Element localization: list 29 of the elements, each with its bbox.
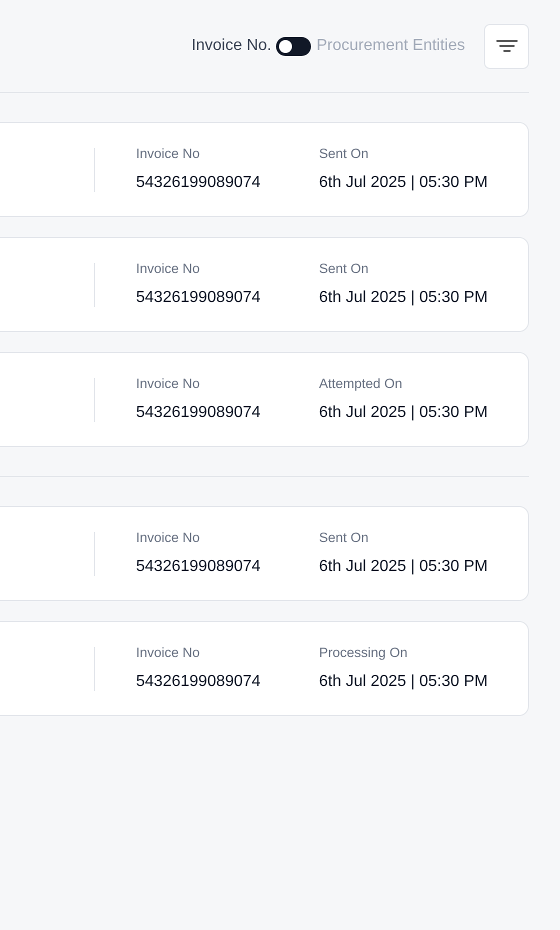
field-label: Sent On — [319, 529, 370, 548]
field-label: Attempted On — [319, 375, 404, 394]
invoice-number: 54326199089074 — [136, 672, 262, 692]
invoice-number: 54326199089074 — [136, 172, 262, 193]
date-time: 6th Jul 2025 | 05:30 PM — [319, 172, 488, 193]
invoice-number: 54326199089074 — [136, 288, 262, 308]
field-label: Sent On — [319, 145, 370, 164]
field-label: Sent On — [319, 260, 370, 278]
invoice-card[interactable]: Invoice No 54326199089074 Processing On 6th Jul 2025 | 05:30 PM — [0, 621, 529, 716]
field-label: Invoice No — [136, 260, 201, 278]
invoice-card[interactable]: Invoice No 54326199089074 Sent On 6th Jul 2025 | 05:30 PM — [0, 122, 529, 217]
invoice-card[interactable]: Invoice No 54326199089074 Sent On 6th Jul 2025 | 05:30 PM — [0, 506, 529, 601]
date-time: 6th Jul 2025 | 05:30 PM — [319, 556, 488, 577]
date-time: 6th Jul 2025 | 05:30 PM — [319, 672, 488, 692]
invoice-card[interactable]: Invoice No 54326199089074 Attempted On 6th Jul 2025 | 05:30 PM — [0, 352, 529, 447]
field-label: Invoice No — [136, 145, 201, 164]
date-time: 6th Jul 2025 | 05:30 PM — [319, 402, 488, 423]
date-time: 6th Jul 2025 | 05:30 PM — [319, 288, 488, 308]
view-toggle[interactable] — [276, 36, 312, 56]
field-label: Invoice No — [136, 375, 201, 394]
invoice-number: 54326199089074 — [136, 556, 262, 577]
filter-button[interactable] — [484, 24, 529, 68]
field-label: Invoice No — [136, 529, 201, 548]
toggle-option[interactable]: Invoice No. — [191, 34, 272, 58]
field-label: Invoice No — [136, 644, 201, 662]
invoice-number: 54326199089074 — [136, 402, 262, 423]
invoice-card[interactable]: Invoice No 54326199089074 Sent On 6th Jul 2025 | 05:30 PM — [0, 237, 529, 332]
filter-icon — [496, 39, 518, 53]
field-label: Processing On — [319, 644, 409, 662]
